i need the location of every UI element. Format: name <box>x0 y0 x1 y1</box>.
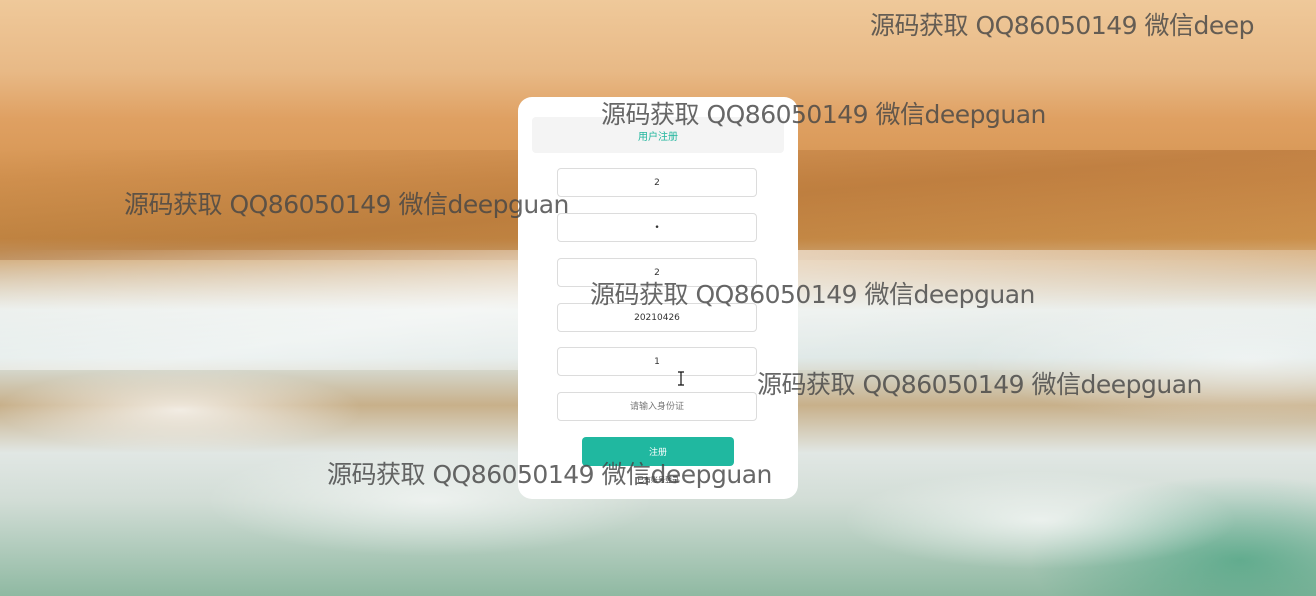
register-title: 用户注册 <box>532 117 784 153</box>
username-input[interactable] <box>557 168 757 197</box>
field5-input[interactable] <box>557 347 757 376</box>
register-card: 用户注册 注册 已有账号登录 <box>518 97 798 499</box>
register-button[interactable]: 注册 <box>582 437 734 466</box>
login-link[interactable]: 已有账号登录 <box>518 475 798 485</box>
password-input[interactable] <box>557 213 757 242</box>
id-card-input[interactable] <box>557 392 757 421</box>
field3-input[interactable] <box>557 258 757 287</box>
date-input[interactable] <box>557 303 757 332</box>
text-cursor-icon <box>678 371 684 386</box>
